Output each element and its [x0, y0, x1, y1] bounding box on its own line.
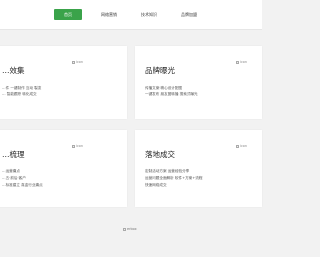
card-deal-closing[interactable]: 落地成交 定制活动方案 运营经验分享 运营问题全面解析 软件+方案+流程 快速网… — [135, 130, 262, 207]
card-line: … 智能跟踪 转化成交 — [2, 92, 37, 96]
page: 首页 网络营销 技术知识 品牌加盟 …效集 …件 一键制作 互动 裂变 … 智能… — [0, 0, 262, 257]
card-line: 传播文案·精心设计配图 — [145, 86, 183, 90]
card-icon: icon — [72, 143, 88, 150]
broken-image-icon — [236, 144, 239, 148]
card-line: 快速网络成交 — [145, 183, 167, 187]
card-line: …件 一键制作 互动 裂变 — [2, 86, 42, 90]
nav-item-franchise[interactable]: 品牌加盟 — [178, 9, 200, 20]
broken-image-icon — [236, 60, 239, 64]
broken-image-icon — [72, 144, 75, 148]
card-line: …五·前后·客户 — [2, 176, 26, 180]
nav-item-tech[interactable]: 技术知识 — [138, 9, 160, 20]
top-nav: 首页 网络营销 技术知识 品牌加盟 — [0, 0, 262, 30]
card-line: 定制活动方案 运营经验分享 — [145, 169, 190, 173]
nav-item-home[interactable]: 首页 — [54, 9, 82, 20]
card-sorting[interactable]: …梳理 …运营痛点 …五·前后·客户 …标准建立 真金行业痛点 icon — [0, 130, 127, 207]
card-line: 一键发布 朋友圈转播 搜索式曝光 — [145, 92, 198, 96]
card-line: …标准建立 真金行业痛点 — [2, 183, 43, 187]
card-brand-exposure[interactable]: 品牌曝光 传播文案·精心设计配图 一键发布 朋友圈转播 搜索式曝光 icon — [135, 46, 262, 119]
card-title: 落地成交 — [145, 150, 175, 159]
card-icon: icon — [72, 59, 88, 66]
footer-image: erbox — [123, 226, 137, 232]
card-title: …梳理 — [2, 150, 25, 159]
broken-image-icon — [123, 227, 126, 231]
broken-image-icon — [72, 60, 75, 64]
card-icon: icon — [236, 143, 252, 150]
card-line: …运营痛点 — [2, 169, 20, 173]
card-line: 运营问题全面解析 软件+方案+流程 — [145, 176, 203, 180]
card-icon: icon — [236, 59, 252, 66]
card-title: 品牌曝光 — [145, 66, 175, 75]
nav-item-marketing[interactable]: 网络营销 — [98, 9, 120, 20]
card-title: …效集 — [2, 66, 25, 75]
card-efficiency[interactable]: …效集 …件 一键制作 互动 裂变 … 智能跟踪 转化成交 icon — [0, 46, 127, 119]
